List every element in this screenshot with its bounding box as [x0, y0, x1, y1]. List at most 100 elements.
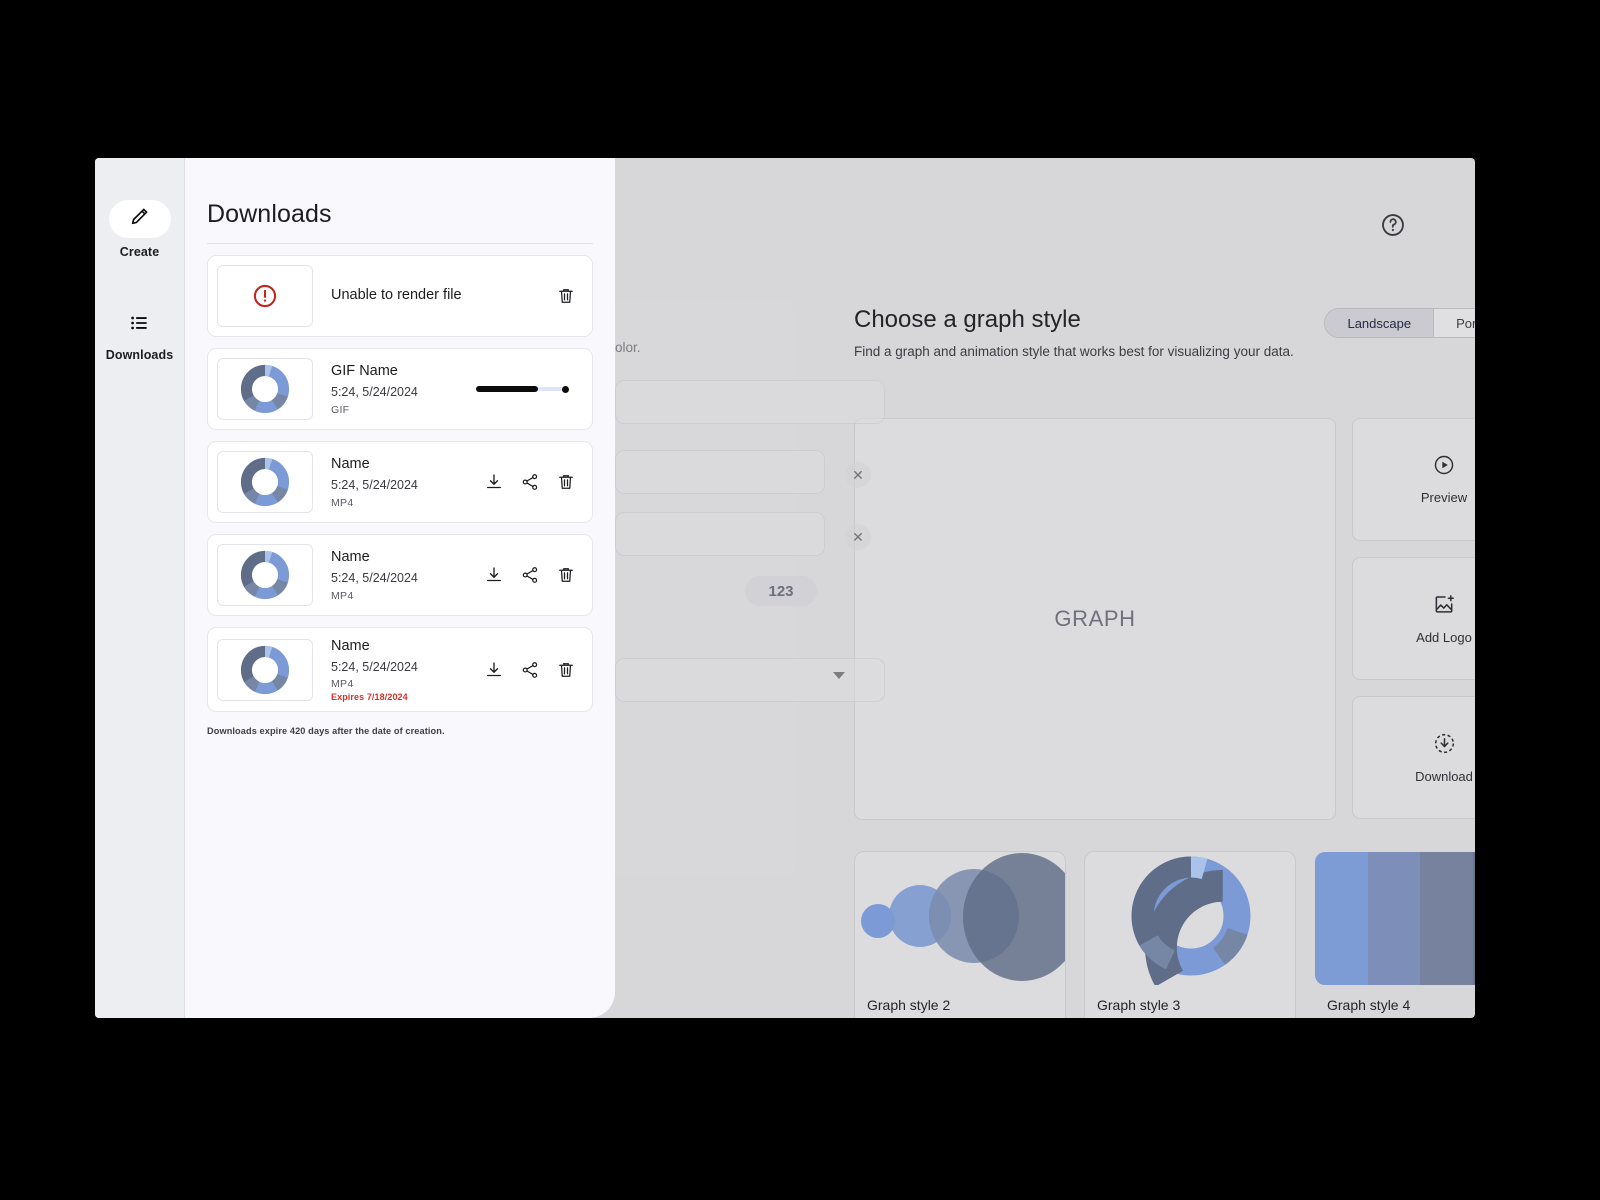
list-item[interactable]: GIF Name 5:24, 5/24/2024 GIF [207, 348, 593, 430]
download-icon[interactable] [484, 565, 504, 585]
download-date: 5:24, 5/24/2024 [331, 569, 484, 588]
download-button-label: Download [1415, 769, 1473, 784]
download-thumbnail [217, 451, 313, 513]
tab-landscape[interactable]: Landscape [1325, 309, 1433, 337]
graph-style-panel: Choose a graph style Find a graph and an… [820, 268, 1475, 968]
download-thumbnail [217, 544, 313, 606]
download-name: Name [331, 548, 484, 568]
download-thumbnail [217, 639, 313, 701]
download-format: MP4 [331, 590, 484, 602]
download-name: GIF Name [331, 362, 476, 382]
divider [207, 243, 593, 244]
downloads-expiry-note: Downloads expire 420 days after the date… [207, 726, 593, 736]
style-card-label: Graph style 3 [1085, 985, 1295, 1013]
download-info: Name 5:24, 5/24/2024 MP4 Expires 7/18/20… [313, 637, 484, 702]
background-form-input-3[interactable] [615, 512, 825, 556]
background-form-input-1[interactable] [615, 380, 885, 424]
style-cards-row: Graph style 2 [854, 851, 1475, 1018]
page-subtitle: Find a graph and animation style that wo… [854, 344, 1475, 359]
download-info: GIF Name 5:24, 5/24/2024 GIF [313, 362, 476, 415]
preview-button[interactable]: Preview [1352, 418, 1475, 541]
download-info: Unable to render file [313, 286, 556, 306]
delete-icon[interactable] [556, 660, 576, 680]
download-format: MP4 [331, 497, 484, 509]
side-action-buttons: Preview Add Logo [1352, 418, 1475, 820]
left-rail: Create Downloads [95, 158, 185, 1018]
download-thumbnail [217, 358, 313, 420]
close-icon[interactable]: ✕ [845, 462, 871, 488]
help-circle-icon[interactable] [1376, 208, 1410, 242]
background-form-chip[interactable]: 123 [745, 576, 817, 606]
download-date: 5:24, 5/24/2024 [331, 383, 476, 402]
download-info: Name 5:24, 5/24/2024 MP4 [313, 548, 484, 601]
download-actions [484, 472, 580, 492]
donut-chart-thumb [1085, 852, 1295, 985]
add-logo-button-label: Add Logo [1416, 630, 1472, 645]
background-form-hint: olor. [615, 340, 641, 355]
create-pill[interactable] [109, 200, 171, 238]
download-icon[interactable] [484, 472, 504, 492]
style-card-graph-style-2[interactable]: Graph style 2 [854, 851, 1066, 1018]
style-card-label: Graph style 4 [1315, 985, 1475, 1013]
play-circle-icon [1433, 454, 1455, 481]
download-name: Name [331, 455, 484, 475]
progress-handle[interactable] [562, 386, 569, 393]
donut-icon [236, 453, 294, 511]
list-item[interactable]: Unable to render file [207, 255, 593, 337]
bar-chart-thumb [1315, 852, 1475, 985]
orientation-segmented-control[interactable]: Landscape Portrait [1324, 308, 1475, 338]
close-icon[interactable]: ✕ [845, 524, 871, 550]
donut-icon [236, 360, 294, 418]
preview-button-label: Preview [1421, 490, 1467, 505]
image-add-icon [1433, 593, 1456, 621]
style-card-graph-style-4[interactable]: Graph style 4 [1314, 851, 1475, 1018]
download-thumbnail [217, 265, 313, 327]
style-card-graph-style-3[interactable]: Graph style 3 [1084, 851, 1296, 1018]
list-item[interactable]: Name 5:24, 5/24/2024 MP4 Expires 7/18/20… [207, 627, 593, 712]
download-name: Unable to render file [331, 286, 556, 306]
sidebar-item-downloads[interactable]: Downloads [106, 309, 174, 362]
downloads-icon-wrap[interactable] [108, 309, 170, 341]
download-actions [556, 286, 580, 306]
download-actions [484, 660, 580, 680]
delete-icon[interactable] [556, 565, 576, 585]
list-item[interactable]: Name 5:24, 5/24/2024 MP4 [207, 534, 593, 616]
download-date: 5:24, 5/24/2024 [331, 476, 484, 495]
downloads-title: Downloads [207, 200, 593, 229]
download-date: 5:24, 5/24/2024 [331, 658, 484, 677]
error-icon [252, 283, 278, 309]
download-expiry: Expires 7/18/2024 [331, 692, 484, 702]
pencil-icon [129, 206, 150, 232]
delete-icon[interactable] [556, 472, 576, 492]
share-icon[interactable] [520, 660, 540, 680]
downloads-panel: Downloads Unable to render file [185, 158, 615, 1018]
sidebar-item-label: Downloads [106, 348, 174, 362]
sidebar-item-label: Create [120, 245, 160, 259]
download-circle-icon [1433, 732, 1456, 760]
download-format: MP4 [331, 678, 484, 690]
share-icon[interactable] [520, 472, 540, 492]
share-icon[interactable] [520, 565, 540, 585]
progress-track [476, 387, 564, 391]
app-window: olor. ✕ ✕ 123 Choose a graph style Find … [95, 158, 1475, 1018]
background-form-input-2[interactable] [615, 450, 825, 494]
style-card-label: Graph style 2 [855, 985, 1065, 1013]
tab-portrait[interactable]: Portrait [1433, 309, 1475, 337]
bubble-chart-thumb [855, 852, 1065, 985]
chevron-down-icon [833, 672, 845, 679]
background-form-select[interactable] [615, 658, 885, 702]
list-item[interactable]: Name 5:24, 5/24/2024 MP4 [207, 441, 593, 523]
download-name: Name [331, 637, 484, 657]
sidebar-item-create[interactable]: Create [109, 200, 171, 259]
delete-icon[interactable] [556, 286, 576, 306]
progress-fill [476, 386, 538, 392]
download-button[interactable]: Download [1352, 696, 1475, 819]
download-format: GIF [331, 404, 476, 416]
download-progress-slider[interactable] [476, 387, 574, 391]
list-icon [128, 312, 150, 339]
add-logo-button[interactable]: Add Logo [1352, 557, 1475, 680]
graph-canvas[interactable]: GRAPH [854, 418, 1336, 820]
donut-icon [236, 546, 294, 604]
download-info: Name 5:24, 5/24/2024 MP4 [313, 455, 484, 508]
download-icon[interactable] [484, 660, 504, 680]
